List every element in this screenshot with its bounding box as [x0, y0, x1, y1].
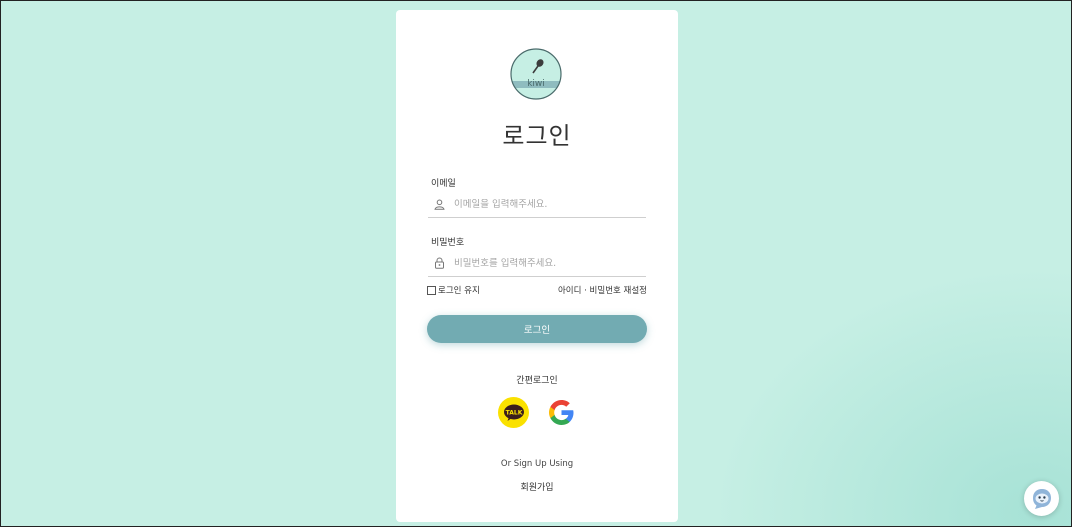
page-title: 로그인 [502, 122, 572, 150]
remember-checkbox[interactable] [427, 285, 436, 295]
easy-login-label: 간편로그인 [516, 376, 558, 386]
user-icon [432, 197, 446, 211]
kiwi-logo: kiwi [510, 47, 562, 102]
google-login-button[interactable] [546, 397, 577, 428]
kakao-login-button[interactable]: TALK [498, 397, 529, 428]
email-label: 이메일 [431, 179, 456, 189]
password-label: 비밀번호 [431, 238, 465, 248]
password-input[interactable] [454, 257, 646, 269]
lock-icon [432, 256, 446, 270]
chatbot-icon [1032, 488, 1051, 509]
or-signup-text: Or Sign Up Using [500, 459, 574, 469]
remember-login[interactable]: 로그인 유지 [427, 284, 480, 296]
chatbot-button[interactable] [1024, 481, 1059, 516]
email-field[interactable] [428, 191, 646, 218]
background-gradient [711, 266, 1071, 526]
login-card: kiwi 로그인 이메일 비밀번호 로그인 유지 아이디 · 비밀번호 재설정 … [396, 10, 678, 522]
email-input[interactable] [454, 198, 646, 210]
password-field[interactable] [428, 250, 646, 277]
kakao-talk-text: TALK [505, 409, 522, 416]
remember-label: 로그인 유지 [438, 286, 480, 296]
reset-credentials-link[interactable]: 아이디 · 비밀번호 재설정 [558, 284, 647, 296]
google-icon [549, 400, 574, 425]
login-button[interactable]: 로그인 [427, 315, 647, 343]
signup-link[interactable]: 회원가입 [396, 480, 678, 493]
kakao-talk-icon: TALK [503, 404, 524, 421]
logo-text: kiwi [527, 79, 545, 89]
